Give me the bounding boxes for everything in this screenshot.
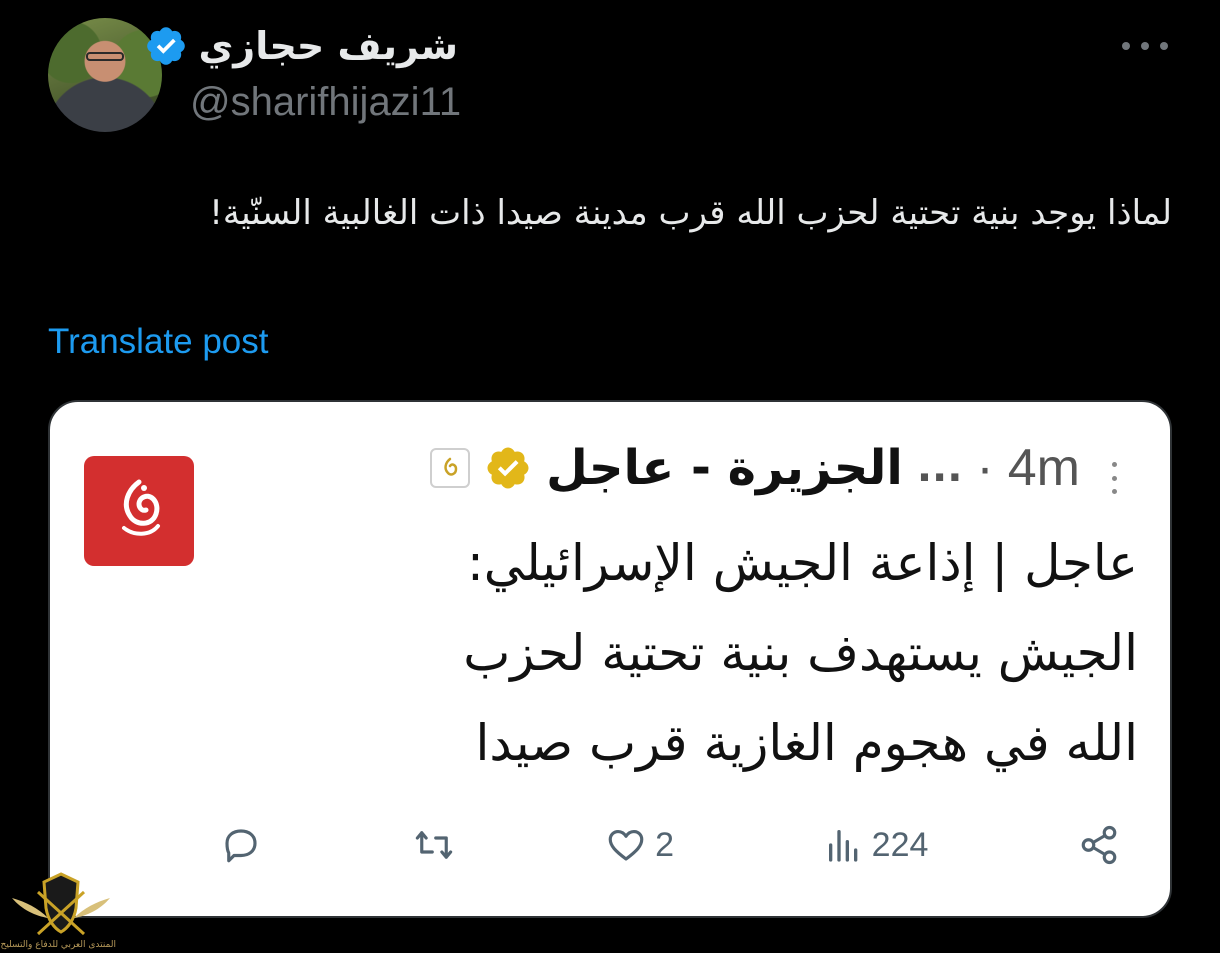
embedded-body-line: الجيش يستهدف بنية تحتية لحزب bbox=[463, 624, 1138, 682]
repost-icon bbox=[415, 831, 452, 859]
embedded-views: 224 bbox=[824, 825, 929, 865]
embedded-more-icon bbox=[1112, 462, 1118, 494]
embedded-body-line: عاجل | إذاعة الجيش الإسرائيلي: bbox=[466, 534, 1138, 592]
embedded-action-bar: 2 224 bbox=[220, 820, 1120, 870]
translate-post-link[interactable]: Translate post bbox=[48, 322, 268, 362]
embedded-source-name: الجزيرة - عاجل bbox=[546, 440, 903, 496]
embedded-reply bbox=[220, 824, 262, 866]
author-display-name[interactable]: شريف حجازي bbox=[198, 24, 458, 68]
embedded-timestamp: 4m bbox=[1007, 439, 1080, 497]
tweet-screenshot: شريف حجازي @sharifhijazi11 لماذا يوجد بن… bbox=[0, 0, 1220, 953]
aljazeera-small-logo-icon bbox=[430, 448, 471, 488]
post-media-image[interactable]: الجزيرة - عاجل ... · 4m عاجل | إذاعة الج… bbox=[48, 400, 1172, 918]
forum-watermark-logo bbox=[12, 872, 110, 936]
embedded-share bbox=[1078, 824, 1120, 866]
embedded-view-count: 224 bbox=[871, 825, 929, 864]
bar-chart-icon bbox=[828, 830, 857, 862]
embedded-repost bbox=[412, 824, 456, 866]
forum-watermark-caption: المنتدى العربي للدفاع والتسليح bbox=[0, 940, 116, 950]
embedded-name-ellipsis: ... bbox=[916, 445, 963, 491]
gold-verified-badge-icon bbox=[487, 447, 529, 489]
more-options-icon[interactable] bbox=[1122, 34, 1168, 58]
embedded-like-count: 2 bbox=[655, 825, 675, 864]
share-icon bbox=[1081, 825, 1117, 865]
embedded-separator: · bbox=[976, 439, 994, 497]
embedded-tweet-body: عاجل | إذاعة الجيش الإسرائيلي: الجيش يست… bbox=[138, 518, 1138, 788]
author-name-row[interactable]: شريف حجازي bbox=[144, 24, 458, 68]
embedded-tweet-header: الجزيرة - عاجل ... · 4m bbox=[430, 438, 1080, 498]
post-text: لماذا يوجد بنية تحتية لحزب الله قرب مدين… bbox=[209, 193, 1172, 233]
heart-icon bbox=[608, 829, 644, 861]
author-handle[interactable]: @sharifhijazi11 bbox=[190, 80, 461, 125]
reply-icon bbox=[225, 829, 257, 863]
avatar-glasses bbox=[86, 52, 124, 61]
embedded-body-line: الله في هجوم الغازية قرب صيدا bbox=[475, 714, 1138, 772]
embedded-like: 2 bbox=[605, 824, 674, 866]
verified-badge-icon bbox=[147, 27, 186, 65]
